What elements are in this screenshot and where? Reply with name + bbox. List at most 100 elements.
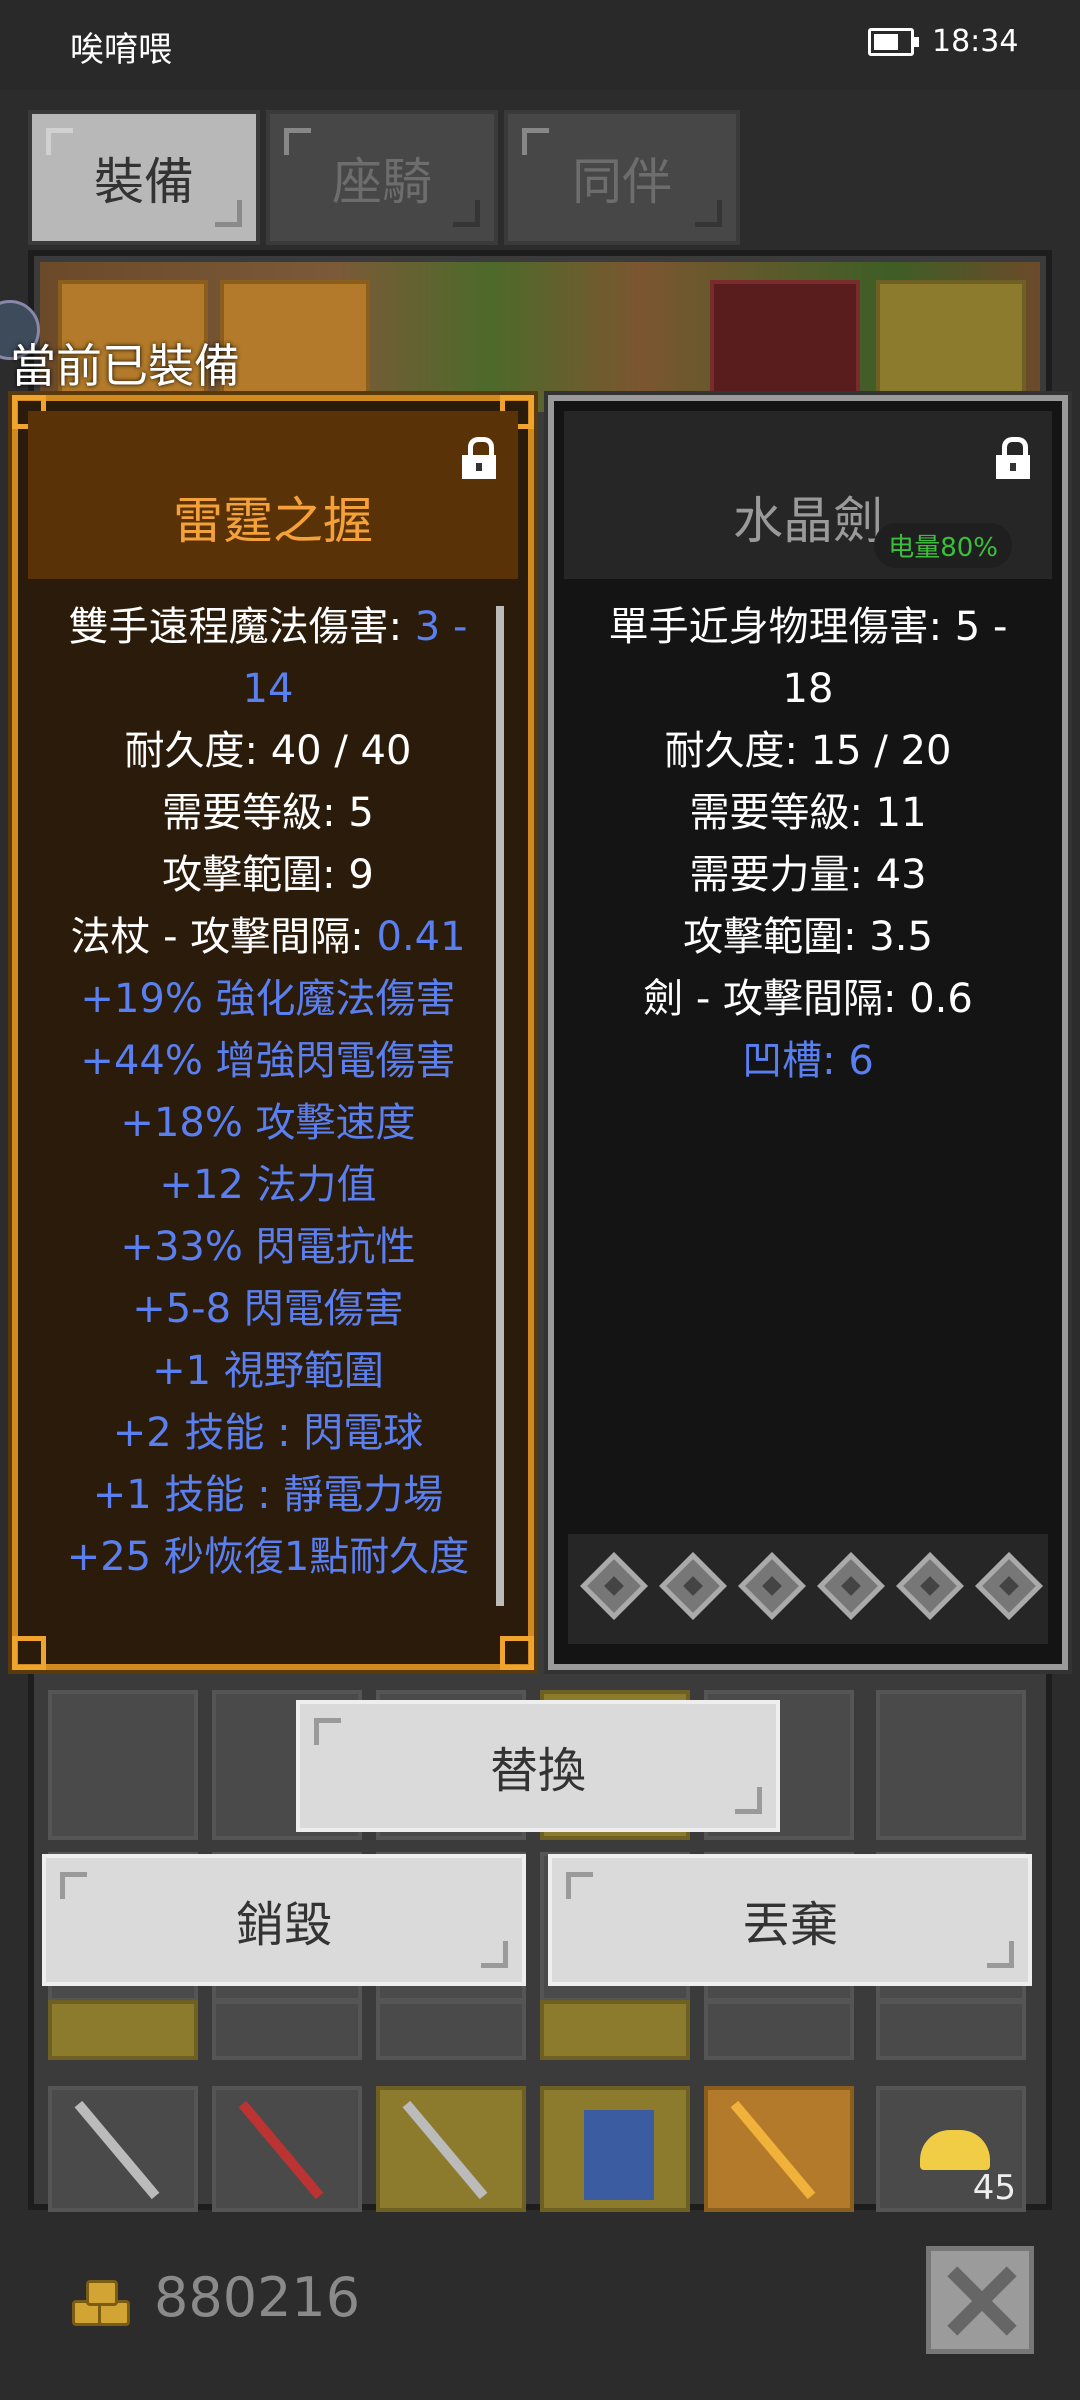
tab-label: 同伴	[572, 152, 672, 211]
inventory-slot[interactable]	[704, 2000, 854, 2060]
stat-value: 14	[242, 666, 294, 712]
scrollbar[interactable]	[496, 606, 504, 1606]
stat-line: 需要力量: 43	[584, 844, 1032, 906]
stat-line: 攻擊範圍: 3.5	[584, 906, 1032, 968]
discard-button[interactable]: 丟棄	[548, 1854, 1032, 1986]
equipment-slot[interactable]	[220, 280, 370, 400]
mace-icon	[402, 2100, 488, 2200]
stack-count: 45	[972, 2168, 1016, 2208]
corner-decoration	[522, 128, 549, 155]
affix-line: +2 技能 : 閃電球	[112, 1410, 424, 1456]
equipment-slot[interactable]	[876, 280, 1026, 400]
stat-text: 雙手遠程魔法傷害:	[68, 604, 415, 650]
inventory-slot[interactable]	[376, 2000, 526, 2060]
affix-line: +44% 增強閃電傷害	[80, 1038, 456, 1084]
stat-text: 耐久度: 40 / 40	[124, 728, 412, 774]
corner-decoration	[284, 128, 311, 155]
corner-decoration	[453, 200, 480, 227]
stat-text: 攻擊範圍: 9	[162, 852, 374, 898]
carrier-name: 唉唷喂	[70, 30, 172, 70]
durability-badge: 电量80%	[874, 523, 1012, 568]
stat-line: 單手近身物理傷害: 5 -	[584, 596, 1032, 658]
socket-icon	[975, 1552, 1043, 1620]
stat-text: 需要力量: 43	[689, 852, 927, 898]
stat-text: 18	[782, 666, 834, 712]
affix-line: +19% 強化魔法傷害	[80, 976, 456, 1022]
inventory-slot[interactable]	[376, 2086, 526, 2212]
tab-mount[interactable]: 座騎	[266, 110, 498, 245]
stat-text: 需要等級: 5	[162, 790, 374, 836]
dagger-icon	[730, 2100, 816, 2200]
item-stats: 雙手遠程魔法傷害: 3 - 14 耐久度: 40 / 40 需要等級: 5 攻擊範圍: …	[48, 596, 488, 1588]
corner-decoration	[314, 1718, 341, 1745]
armor-icon	[584, 2110, 654, 2200]
tab-companion[interactable]: 同伴	[504, 110, 740, 245]
item-header: 雷霆之握	[28, 411, 518, 579]
equipped-item-card: 雷霆之握 雙手遠程魔法傷害: 3 - 14 耐久度: 40 / 40 需要等級: 5 攻…	[8, 391, 538, 1674]
socket-icon	[738, 1552, 806, 1620]
stat-line: 需要等級: 11	[584, 782, 1032, 844]
button-label: 銷毀	[235, 1897, 332, 1953]
inventory-slot[interactable]	[48, 2086, 198, 2212]
inventory-slot[interactable]	[212, 2000, 362, 2060]
replace-button[interactable]: 替換	[296, 1700, 780, 1832]
affix-line: +25 秒恢復1點耐久度	[66, 1534, 470, 1580]
tab-equipment[interactable]: 裝備	[28, 110, 260, 245]
item-header: 水晶劍 电量80%	[564, 411, 1052, 579]
affix-line: +33% 閃電抗性	[120, 1224, 416, 1270]
equipped-label: 當前已裝備	[10, 339, 240, 393]
equipment-slot[interactable]	[710, 280, 860, 400]
lock-icon[interactable]	[996, 437, 1030, 479]
socket-icon	[659, 1552, 727, 1620]
tab-label: 座騎	[332, 152, 432, 211]
inventory-slot[interactable]	[48, 2000, 198, 2060]
inventory-slot[interactable]	[540, 2000, 690, 2060]
affix-line: +1 視野範圍	[152, 1348, 384, 1394]
stat-text: 法杖 - 攻擊間隔:	[70, 914, 377, 960]
inventory-slot[interactable]	[48, 1690, 198, 1840]
stat-line: 需要等級: 5	[48, 782, 488, 844]
sword-icon	[74, 2100, 160, 2200]
corner-ornament	[12, 1636, 46, 1670]
stat-text: 耐久度: 15 / 20	[664, 728, 952, 774]
stat-line: 法杖 - 攻擊間隔: 0.41	[48, 906, 488, 968]
close-button[interactable]	[926, 2246, 1034, 2354]
corner-decoration	[60, 1872, 87, 1899]
stat-line: 18	[584, 658, 1032, 720]
stat-line: 耐久度: 15 / 20	[584, 720, 1032, 782]
inventory-slot[interactable]	[540, 2086, 690, 2212]
affix-line: +1 技能 : 靜電力場	[92, 1472, 444, 1518]
clock: 18:34	[932, 24, 1019, 59]
stat-value: 0.41	[376, 914, 466, 960]
socket-icon	[817, 1552, 885, 1620]
destroy-button[interactable]: 銷毀	[42, 1854, 526, 1986]
inventory-slot[interactable]	[876, 2000, 1026, 2060]
button-label: 替換	[489, 1743, 586, 1799]
inventory-slot[interactable]: 45	[876, 2086, 1026, 2212]
stat-line: 雙手遠程魔法傷害: 3 -	[48, 596, 488, 658]
stat-text: 需要等級: 11	[689, 790, 927, 836]
lock-icon[interactable]	[462, 437, 496, 479]
affix-line: +5-8 閃電傷害	[132, 1286, 404, 1332]
stat-text: 劍 - 攻擊間隔: 0.6	[643, 976, 973, 1022]
corner-decoration	[215, 200, 242, 227]
inventory-slot[interactable]	[212, 2086, 362, 2212]
button-label: 丟棄	[741, 1897, 838, 1953]
stat-line: 14	[48, 658, 488, 720]
corner-decoration	[987, 1941, 1014, 1968]
inventory-slot[interactable]	[876, 1690, 1026, 1840]
stat-value: 3 -	[414, 604, 468, 650]
gem-icon	[920, 2130, 990, 2170]
stat-text: 攻擊範圍: 3.5	[683, 914, 933, 960]
inventory-slot[interactable]	[704, 2086, 854, 2212]
bow-icon	[238, 2100, 324, 2200]
corner-decoration	[481, 1941, 508, 1968]
compare-item-card: 水晶劍 电量80% 單手近身物理傷害: 5 - 18 耐久度: 15 / 20 需要等…	[544, 391, 1072, 1674]
socket-icon	[896, 1552, 964, 1620]
corner-decoration	[566, 1872, 593, 1899]
corner-ornament	[500, 1636, 534, 1670]
affix-line: +18% 攻擊速度	[120, 1100, 416, 1146]
battery-icon	[868, 28, 919, 56]
stat-line: 劍 - 攻擊間隔: 0.6	[584, 968, 1032, 1030]
gold-amount: 880216	[154, 2266, 361, 2329]
